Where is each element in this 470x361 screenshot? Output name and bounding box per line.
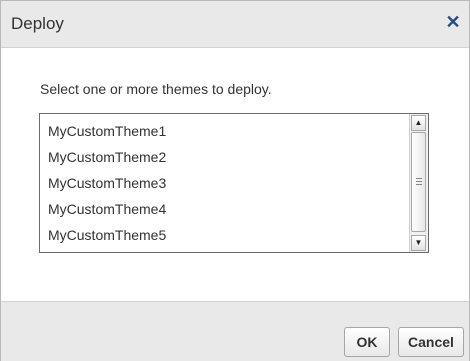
- thumb-grip-line: [416, 184, 422, 185]
- thumb-grip-line: [416, 181, 422, 182]
- dialog-title-bar[interactable]: Deploy ✕: [1, 1, 469, 48]
- list-item-theme-3[interactable]: MyCustomTheme3: [40, 172, 410, 198]
- deploy-dialog: Deploy ✕ Select one or more themes to de…: [0, 0, 470, 361]
- scroll-thumb[interactable]: [411, 132, 426, 232]
- scroll-up-icon[interactable]: ▲: [411, 115, 426, 131]
- close-icon[interactable]: ✕: [443, 12, 463, 32]
- dialog-title: Deploy: [11, 14, 64, 33]
- list-item-theme-4[interactable]: MyCustomTheme4: [40, 198, 410, 224]
- dialog-footer: OK Cancel: [1, 301, 469, 361]
- vertical-scrollbar[interactable]: ▲ ▼: [409, 114, 428, 252]
- list-item-theme-1[interactable]: MyCustomTheme1: [40, 120, 410, 146]
- list-item-theme-5[interactable]: MyCustomTheme5: [40, 224, 410, 250]
- ok-button[interactable]: OK: [344, 327, 390, 357]
- instruction-text: Select one or more themes to deploy.: [40, 81, 272, 97]
- cancel-button[interactable]: Cancel: [398, 327, 464, 357]
- theme-listbox[interactable]: MyCustomTheme1 MyCustomTheme2 MyCustomTh…: [39, 113, 429, 253]
- theme-list: MyCustomTheme1 MyCustomTheme2 MyCustomTh…: [40, 114, 410, 252]
- thumb-grip-line: [416, 178, 422, 179]
- list-item-theme-2[interactable]: MyCustomTheme2: [40, 146, 410, 172]
- scroll-down-icon[interactable]: ▼: [411, 235, 426, 251]
